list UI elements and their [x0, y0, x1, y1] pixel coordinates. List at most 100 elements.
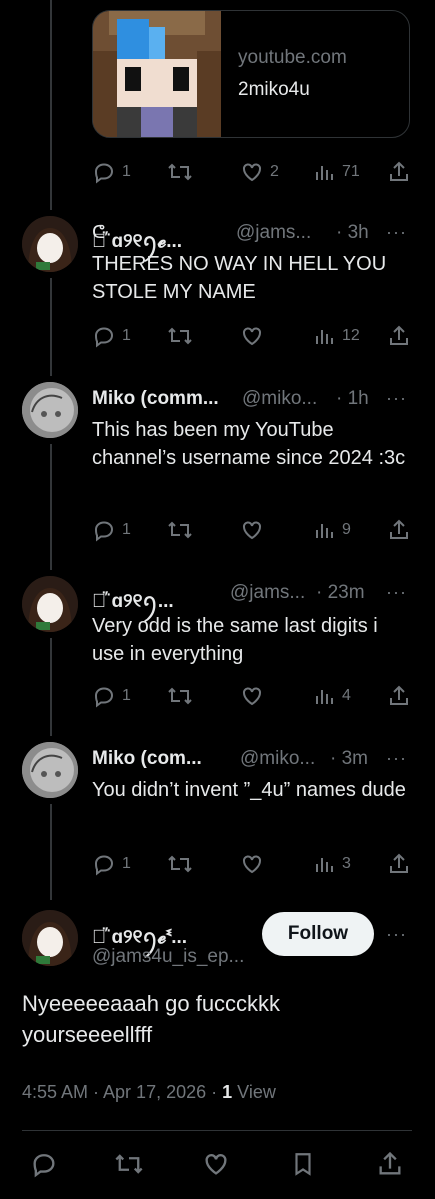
more-icon[interactable]: ···	[386, 748, 407, 769]
views-button[interactable]: 9	[314, 518, 351, 542]
retweet-button[interactable]	[167, 852, 193, 876]
views-button[interactable]: 71	[314, 160, 360, 184]
like-icon	[243, 163, 261, 182]
views-count: 4	[342, 687, 351, 704]
reply-count: 1	[122, 327, 131, 344]
thread-line	[50, 0, 52, 210]
reply-author-handle[interactable]: @miko...	[240, 748, 315, 770]
retweet-icon	[168, 163, 192, 181]
bookmark-button[interactable]	[290, 1150, 316, 1183]
views-count: 3	[342, 855, 351, 872]
views-count: 9	[342, 521, 351, 538]
views-count: 12	[342, 327, 360, 344]
share-button[interactable]	[387, 684, 411, 708]
like-button[interactable]	[240, 684, 264, 708]
reply-time[interactable]: · 1h	[336, 388, 369, 410]
reply-count: 1	[122, 687, 131, 704]
thread-line	[50, 278, 52, 376]
thread-line	[50, 444, 52, 570]
more-icon[interactable]: ···	[386, 388, 407, 409]
follow-button[interactable]: Follow	[262, 912, 374, 956]
views-button[interactable]: 3	[314, 852, 351, 876]
reply-actions: 1 4	[92, 684, 412, 712]
post-author-handle[interactable]: @jams4u_is_ep...	[92, 946, 244, 968]
share-icon	[390, 325, 408, 345]
reply-text: THERES NO WAY IN HELL YOU STOLE MY NAME	[92, 253, 387, 303]
retweet-button[interactable]	[167, 160, 193, 184]
reply-icon	[94, 687, 114, 708]
avatar[interactable]	[22, 576, 78, 632]
reply-actions: 1 3	[92, 852, 412, 880]
share-button[interactable]	[387, 324, 411, 348]
like-button[interactable]: 2	[240, 160, 279, 184]
reply-button[interactable]	[30, 1150, 58, 1183]
link-thumbnail	[93, 11, 221, 137]
like-button[interactable]	[240, 518, 264, 542]
reply-icon	[94, 327, 114, 348]
like-button[interactable]	[240, 324, 264, 348]
more-icon[interactable]: ···	[386, 222, 407, 243]
reply-time[interactable]: · 3h	[336, 222, 369, 244]
retweet-icon	[115, 1154, 143, 1174]
share-button[interactable]	[387, 852, 411, 876]
reply-button[interactable]: 1	[92, 324, 131, 348]
reply-button[interactable]: 1	[92, 518, 131, 542]
views-button[interactable]: 4	[314, 684, 351, 708]
reply-icon	[33, 1154, 55, 1178]
share-icon	[379, 1151, 401, 1175]
like-icon	[243, 521, 261, 540]
share-button[interactable]	[387, 160, 411, 184]
retweet-icon	[168, 687, 192, 705]
avatar[interactable]	[22, 742, 78, 798]
avatar[interactable]	[22, 382, 78, 438]
reply-text: Very odd is the same last digits i use i…	[92, 615, 378, 665]
reply-button[interactable]: 1	[92, 160, 131, 184]
post-view-label: View	[232, 1082, 276, 1102]
more-icon[interactable]: ···	[386, 582, 407, 603]
link-preview-card[interactable]: youtube.com 2miko4u	[92, 10, 410, 138]
reply-time[interactable]: · 23m	[316, 582, 365, 604]
reply-author-name[interactable]: Miko (comm...	[92, 388, 219, 410]
share-button[interactable]	[387, 518, 411, 542]
reply-author-name[interactable]: Miko (com...	[92, 748, 202, 770]
retweet-button[interactable]	[167, 518, 193, 542]
share-icon	[390, 685, 408, 705]
reply-text: This has been my YouTube channel’s usern…	[92, 419, 406, 469]
like-button[interactable]	[202, 1150, 230, 1183]
reply-icon	[94, 163, 114, 184]
like-button[interactable]	[240, 852, 264, 876]
avatar[interactable]	[22, 910, 78, 966]
reply-actions: 1 9	[92, 518, 412, 546]
post-action-bar	[22, 1148, 412, 1182]
avatar[interactable]	[22, 216, 78, 272]
reply-author-handle[interactable]: @jams...	[236, 222, 311, 244]
reply-count: 1	[122, 855, 131, 872]
views-count: 71	[342, 163, 360, 180]
reply-icon	[94, 521, 114, 542]
post-timestamp[interactable]: 4:55 AM · Apr 17, 2026 ·	[22, 1082, 222, 1102]
retweet-button[interactable]	[114, 1150, 144, 1183]
reply-time[interactable]: · 3m	[330, 748, 368, 770]
reply-author-handle[interactable]: @miko...	[242, 388, 317, 410]
reply-author-handle[interactable]: @jams...	[230, 582, 305, 604]
share-icon	[390, 161, 408, 181]
views-icon	[316, 858, 333, 872]
retweet-button[interactable]	[167, 684, 193, 708]
reply-button[interactable]: 1	[92, 852, 131, 876]
reply-button[interactable]: 1	[92, 684, 131, 708]
post-meta: 4:55 AM · Apr 17, 2026 · 1 View	[22, 1082, 276, 1103]
post-text: Nyeeeeeaaah go fuccckkk yourseeeellfff	[22, 991, 281, 1047]
like-icon	[243, 327, 261, 346]
like-icon	[243, 687, 261, 706]
retweet-icon	[168, 521, 192, 539]
views-button[interactable]: 12	[314, 324, 360, 348]
like-icon	[243, 855, 261, 874]
tweet-actions: 1 2 71	[92, 160, 412, 188]
reply-count: 1	[122, 521, 131, 538]
more-icon[interactable]: ···	[386, 924, 407, 945]
views-icon	[316, 166, 333, 180]
retweet-icon	[168, 327, 192, 345]
post-view-count: 1	[222, 1082, 233, 1102]
share-button[interactable]	[376, 1150, 404, 1183]
retweet-button[interactable]	[167, 324, 193, 348]
